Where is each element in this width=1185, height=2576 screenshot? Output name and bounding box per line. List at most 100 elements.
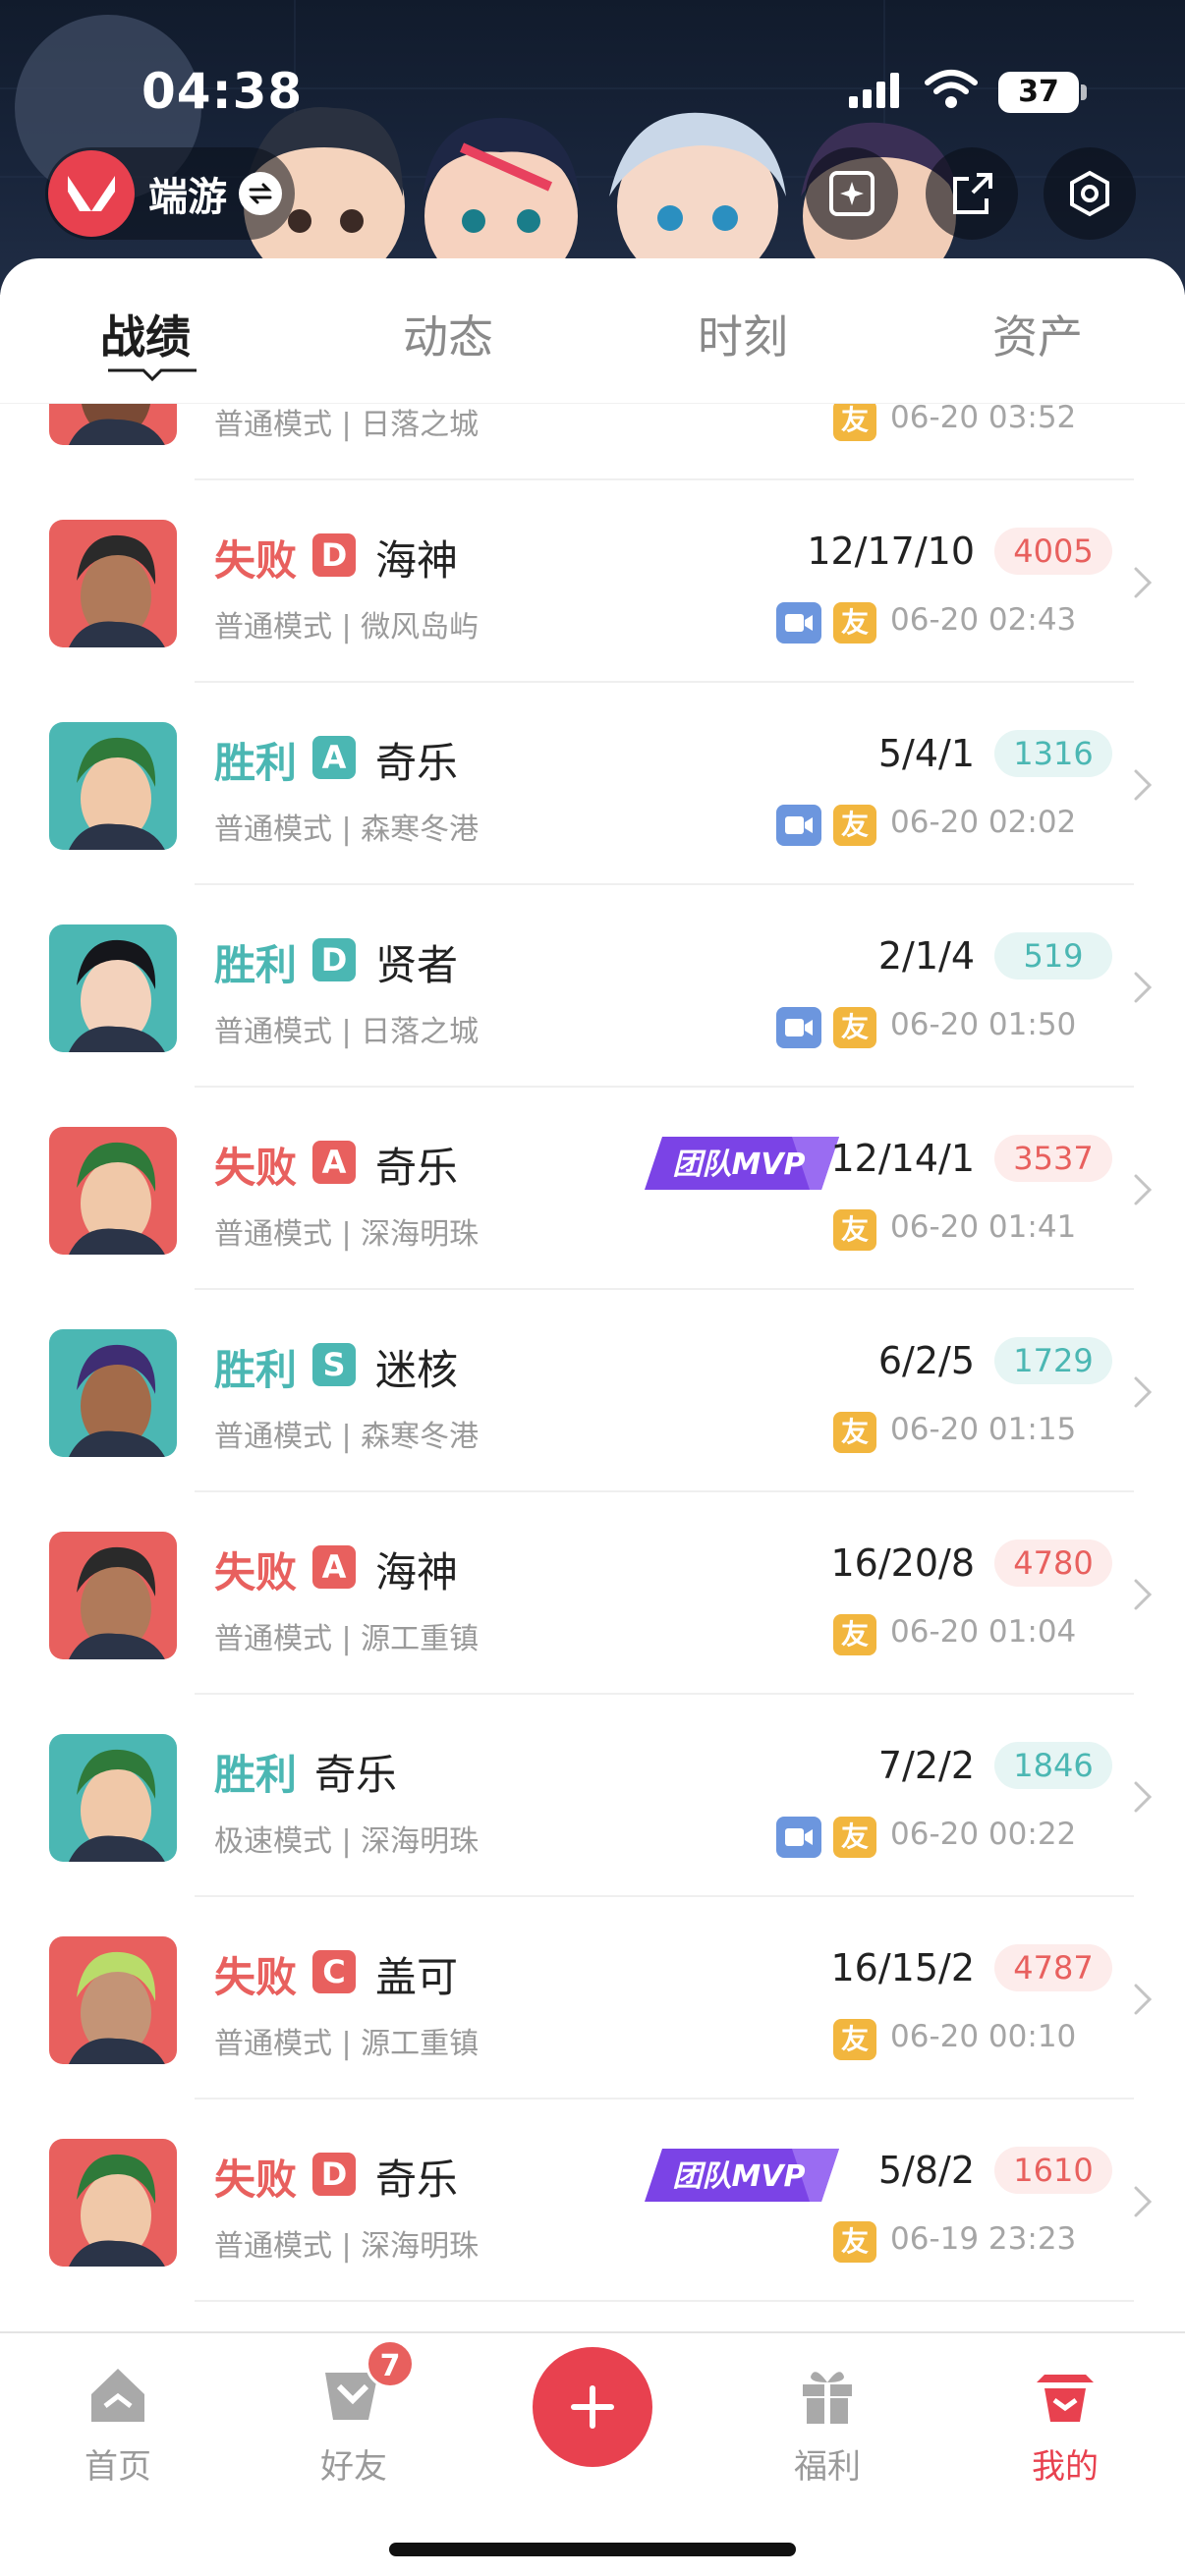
nav-friends-label: 好友 (320, 2447, 387, 2487)
match-mode-map: 普通模式 | 源工重镇 (214, 1622, 480, 1656)
match-result: 胜利 (214, 1751, 298, 1799)
chevron-right-icon (1134, 769, 1153, 801)
sparkle-frame-icon (829, 171, 875, 216)
nav-profile[interactable]: 我的 (987, 2361, 1144, 2488)
friend-badge: 友 (833, 805, 876, 846)
chevron-right-icon (1134, 972, 1153, 1003)
nav-friends[interactable]: 7 好友 (275, 2339, 432, 2488)
match-row[interactable]: 胜利 D 贤者 普通模式 | 日落之城 2/1/4 519 友 06-20 01:50 (0, 885, 1185, 1088)
kda-stats: 6/2/5 (877, 1339, 975, 1382)
tab-activity[interactable]: 动态 (403, 302, 493, 366)
hexagon-settings-icon (1070, 170, 1109, 217)
match-mode-map: 普通模式 | 日落之城 (214, 408, 480, 442)
match-result: 失败 (214, 2156, 298, 2204)
share-button[interactable] (926, 147, 1018, 240)
match-row[interactable]: 胜利 A 奇乐 普通模式 | 森寒冬港 5/4/1 1316 友 06-20 02:02 (0, 683, 1185, 885)
match-mode-map: 普通模式 | 微风岛屿 (214, 610, 480, 644)
share-icon (953, 173, 992, 214)
match-list[interactable]: 失败D不死鸟普通模式 | 日落之城10/15/32908友06-20 03:52… (0, 404, 1185, 2333)
friend-badge: 友 (833, 602, 876, 644)
swap-arrows-icon (239, 172, 282, 215)
match-mode-map: 普通模式 | 源工重镇 (214, 2027, 480, 2061)
match-row[interactable]: 失败D不死鸟普通模式 | 日落之城10/15/32908友06-20 03:52 (0, 404, 1185, 480)
kda-stats: 7/2/2 (877, 1744, 975, 1787)
match-time: 06-19 23:23 (890, 2221, 1077, 2257)
video-icon (776, 1817, 821, 1858)
match-time: 06-20 03:52 (890, 404, 1077, 435)
combat-score: 1610 (994, 2147, 1112, 2194)
team-mvp-label: 团队MVP (672, 2159, 805, 2194)
nav-home[interactable]: 首页 (39, 2361, 197, 2488)
friend-badge: 友 (833, 1007, 876, 1048)
row-divider (195, 2300, 1134, 2302)
cellular-signal-icon (849, 73, 899, 108)
kda-stats: 16/20/8 (830, 1541, 976, 1585)
game-switch-button[interactable]: 端游 (45, 147, 295, 240)
match-time: 06-20 02:02 (890, 805, 1077, 840)
match-row[interactable]: 失败 C 盖可 普通模式 | 源工重镇 16/15/2 4787 友 06-20 00:10 (0, 1897, 1185, 2100)
match-result: 胜利 (214, 739, 298, 787)
match-time: 06-20 01:04 (890, 1614, 1077, 1650)
friend-badge: 友 (833, 1614, 876, 1655)
match-row[interactable]: 失败 A 海神 普通模式 | 源工重镇 16/20/8 4780 友 06-20 01:04 (0, 1492, 1185, 1695)
team-mvp-label: 团队MVP (672, 1148, 805, 1182)
friend-badge: 友 (833, 2019, 876, 2060)
rank-grade-badge: D (312, 938, 356, 981)
nav-welfare[interactable]: 福利 (749, 2361, 906, 2488)
add-button[interactable] (533, 2347, 652, 2467)
team-mvp-badge: 团队MVP (645, 1137, 839, 1190)
match-time: 06-20 01:41 (890, 1209, 1077, 1245)
match-row[interactable]: 胜利 S 迷核 普通模式 | 森寒冬港 6/2/5 1729 友 06-20 01:15 (0, 1290, 1185, 1492)
friend-badge: 友 (833, 1817, 876, 1858)
nav-welfare-label: 福利 (794, 2447, 861, 2487)
tab-moments[interactable]: 时刻 (698, 302, 788, 366)
chevron-right-icon (1134, 567, 1153, 598)
kda-stats: 5/4/1 (877, 732, 975, 775)
match-time: 06-20 00:22 (890, 1817, 1077, 1852)
kda-stats: 5/8/2 (877, 2149, 975, 2192)
rank-grade-badge: D (312, 2153, 356, 2196)
battery-tip (1081, 84, 1087, 100)
ai-frame-button[interactable] (806, 147, 898, 240)
match-row[interactable]: 失败 A 奇乐 普通模式 | 深海明珠 团队MVP 12/14/1 3537 友 06-20… (0, 1088, 1185, 1290)
friend-badge: 友 (833, 1209, 876, 1251)
gift-icon (803, 2372, 852, 2424)
agent-name: 迷核 (375, 1346, 459, 1394)
kda-stats: 12/14/1 (830, 1137, 976, 1180)
kda-stats: 12/17/10 (807, 530, 975, 573)
combat-score: 4787 (994, 1944, 1112, 1991)
chevron-right-icon (1134, 1781, 1153, 1813)
tab-match-history[interactable]: 战绩 (100, 302, 191, 366)
combat-score: 3537 (994, 1135, 1112, 1182)
rank-grade-badge: A (312, 1141, 356, 1184)
agent-avatar (49, 924, 177, 1052)
valorant-logo-icon (48, 150, 135, 237)
match-row[interactable]: 胜利 奇乐 极速模式 | 深海明珠 7/2/2 1846 友 06-20 00:22 (0, 1695, 1185, 1897)
match-result: 失败 (214, 1953, 298, 2001)
match-mode-map: 极速模式 | 深海明珠 (214, 1824, 480, 1859)
agent-name: 海神 (375, 536, 459, 585)
friend-badge: 友 (833, 2221, 876, 2263)
combat-score: 1729 (994, 1337, 1112, 1384)
video-icon (776, 805, 821, 846)
agent-avatar (49, 1127, 177, 1255)
rank-grade-badge: S (312, 1343, 356, 1386)
combat-score: 4780 (994, 1540, 1112, 1587)
combat-score: 519 (994, 932, 1112, 980)
wifi-icon (925, 70, 978, 108)
match-mode-map: 普通模式 | 深海明珠 (214, 2229, 480, 2264)
chevron-right-icon (1134, 1579, 1153, 1610)
friends-badge: 7 (366, 2339, 415, 2388)
match-row[interactable]: 失败 D 奇乐 普通模式 | 深海明珠 团队MVP 5/8/2 1610 友 06-19 2… (0, 2100, 1185, 2302)
battery-indicator: 37 (998, 72, 1079, 113)
match-result: 胜利 (214, 1346, 298, 1394)
settings-button[interactable] (1044, 147, 1136, 240)
match-row[interactable]: 失败 D 海神 普通模式 | 微风岛屿 12/17/10 4005 友 06-20 02:4… (0, 480, 1185, 683)
chevron-right-icon (1134, 1984, 1153, 2015)
tab-bar: 战绩 动态 时刻 资产 (0, 258, 1185, 404)
agent-avatar (49, 722, 177, 850)
agent-name: 奇乐 (314, 1751, 398, 1799)
tab-assets[interactable]: 资产 (992, 302, 1083, 366)
match-result: 失败 (214, 536, 298, 585)
match-result: 胜利 (214, 941, 298, 989)
